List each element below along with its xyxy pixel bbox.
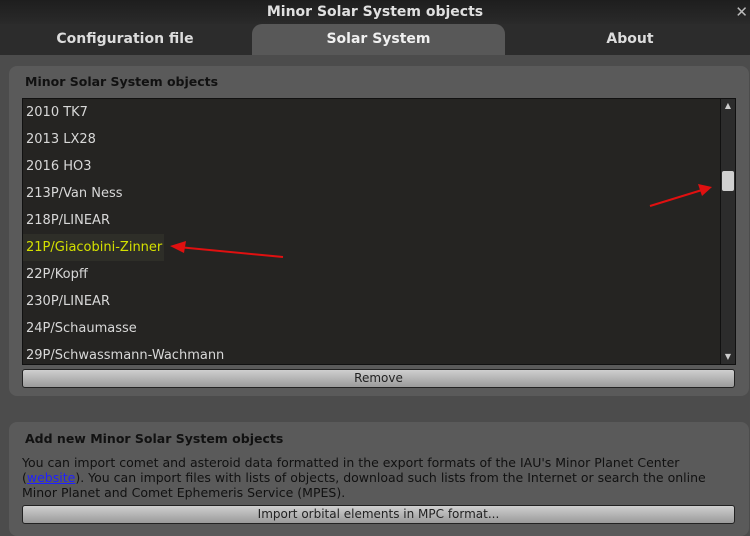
tab-solar-system[interactable]: Solar System (252, 24, 505, 55)
list-item[interactable]: 213P/Van Ness (23, 180, 721, 207)
tab-about[interactable]: About (510, 24, 750, 55)
list-item[interactable]: 2016 HO3 (23, 153, 721, 180)
window-title-bar: Minor Solar System objects ✕ (0, 0, 750, 24)
remove-button[interactable]: Remove (22, 369, 735, 388)
objects-group-title: Minor Solar System objects (25, 74, 219, 89)
list-scrollbar[interactable]: ▲ ▼ (720, 98, 736, 365)
list-item[interactable]: 21P/Giacobini-Zinner (23, 234, 164, 261)
list-item[interactable]: 2013 LX28 (23, 126, 721, 153)
close-icon[interactable]: ✕ (735, 0, 748, 24)
list-item[interactable]: 230P/LINEAR (23, 288, 721, 315)
website-link[interactable]: website (27, 470, 75, 485)
add-group-title: Add new Minor Solar System objects (25, 431, 284, 446)
list-item[interactable]: 2010 TK7 (23, 99, 721, 126)
scroll-down-icon[interactable]: ▼ (721, 350, 735, 364)
import-mpc-button[interactable]: Import orbital elements in MPC format... (22, 505, 735, 524)
tab-bar: Configuration file Solar System About (0, 24, 750, 55)
add-description: You can import comet and asteroid data f… (22, 455, 737, 500)
window-title: Minor Solar System objects (266, 4, 484, 20)
tab-configuration-file[interactable]: Configuration file (0, 24, 250, 55)
objects-list[interactable]: 2010 TK7 2013 LX28 2016 HO3 213P/Van Ness 21… (22, 98, 722, 365)
list-item[interactable]: 22P/Kopff (23, 261, 721, 288)
list-item[interactable]: 218P/LINEAR (23, 207, 721, 234)
scrollbar-thumb[interactable] (722, 171, 734, 191)
list-item[interactable]: 24P/Schaumasse (23, 315, 721, 342)
scroll-up-icon[interactable]: ▲ (721, 99, 735, 113)
description-text-2: ). You can import files with lists of ob… (22, 470, 706, 500)
list-item[interactable]: 29P/Schwassmann-Wachmann (23, 342, 721, 364)
